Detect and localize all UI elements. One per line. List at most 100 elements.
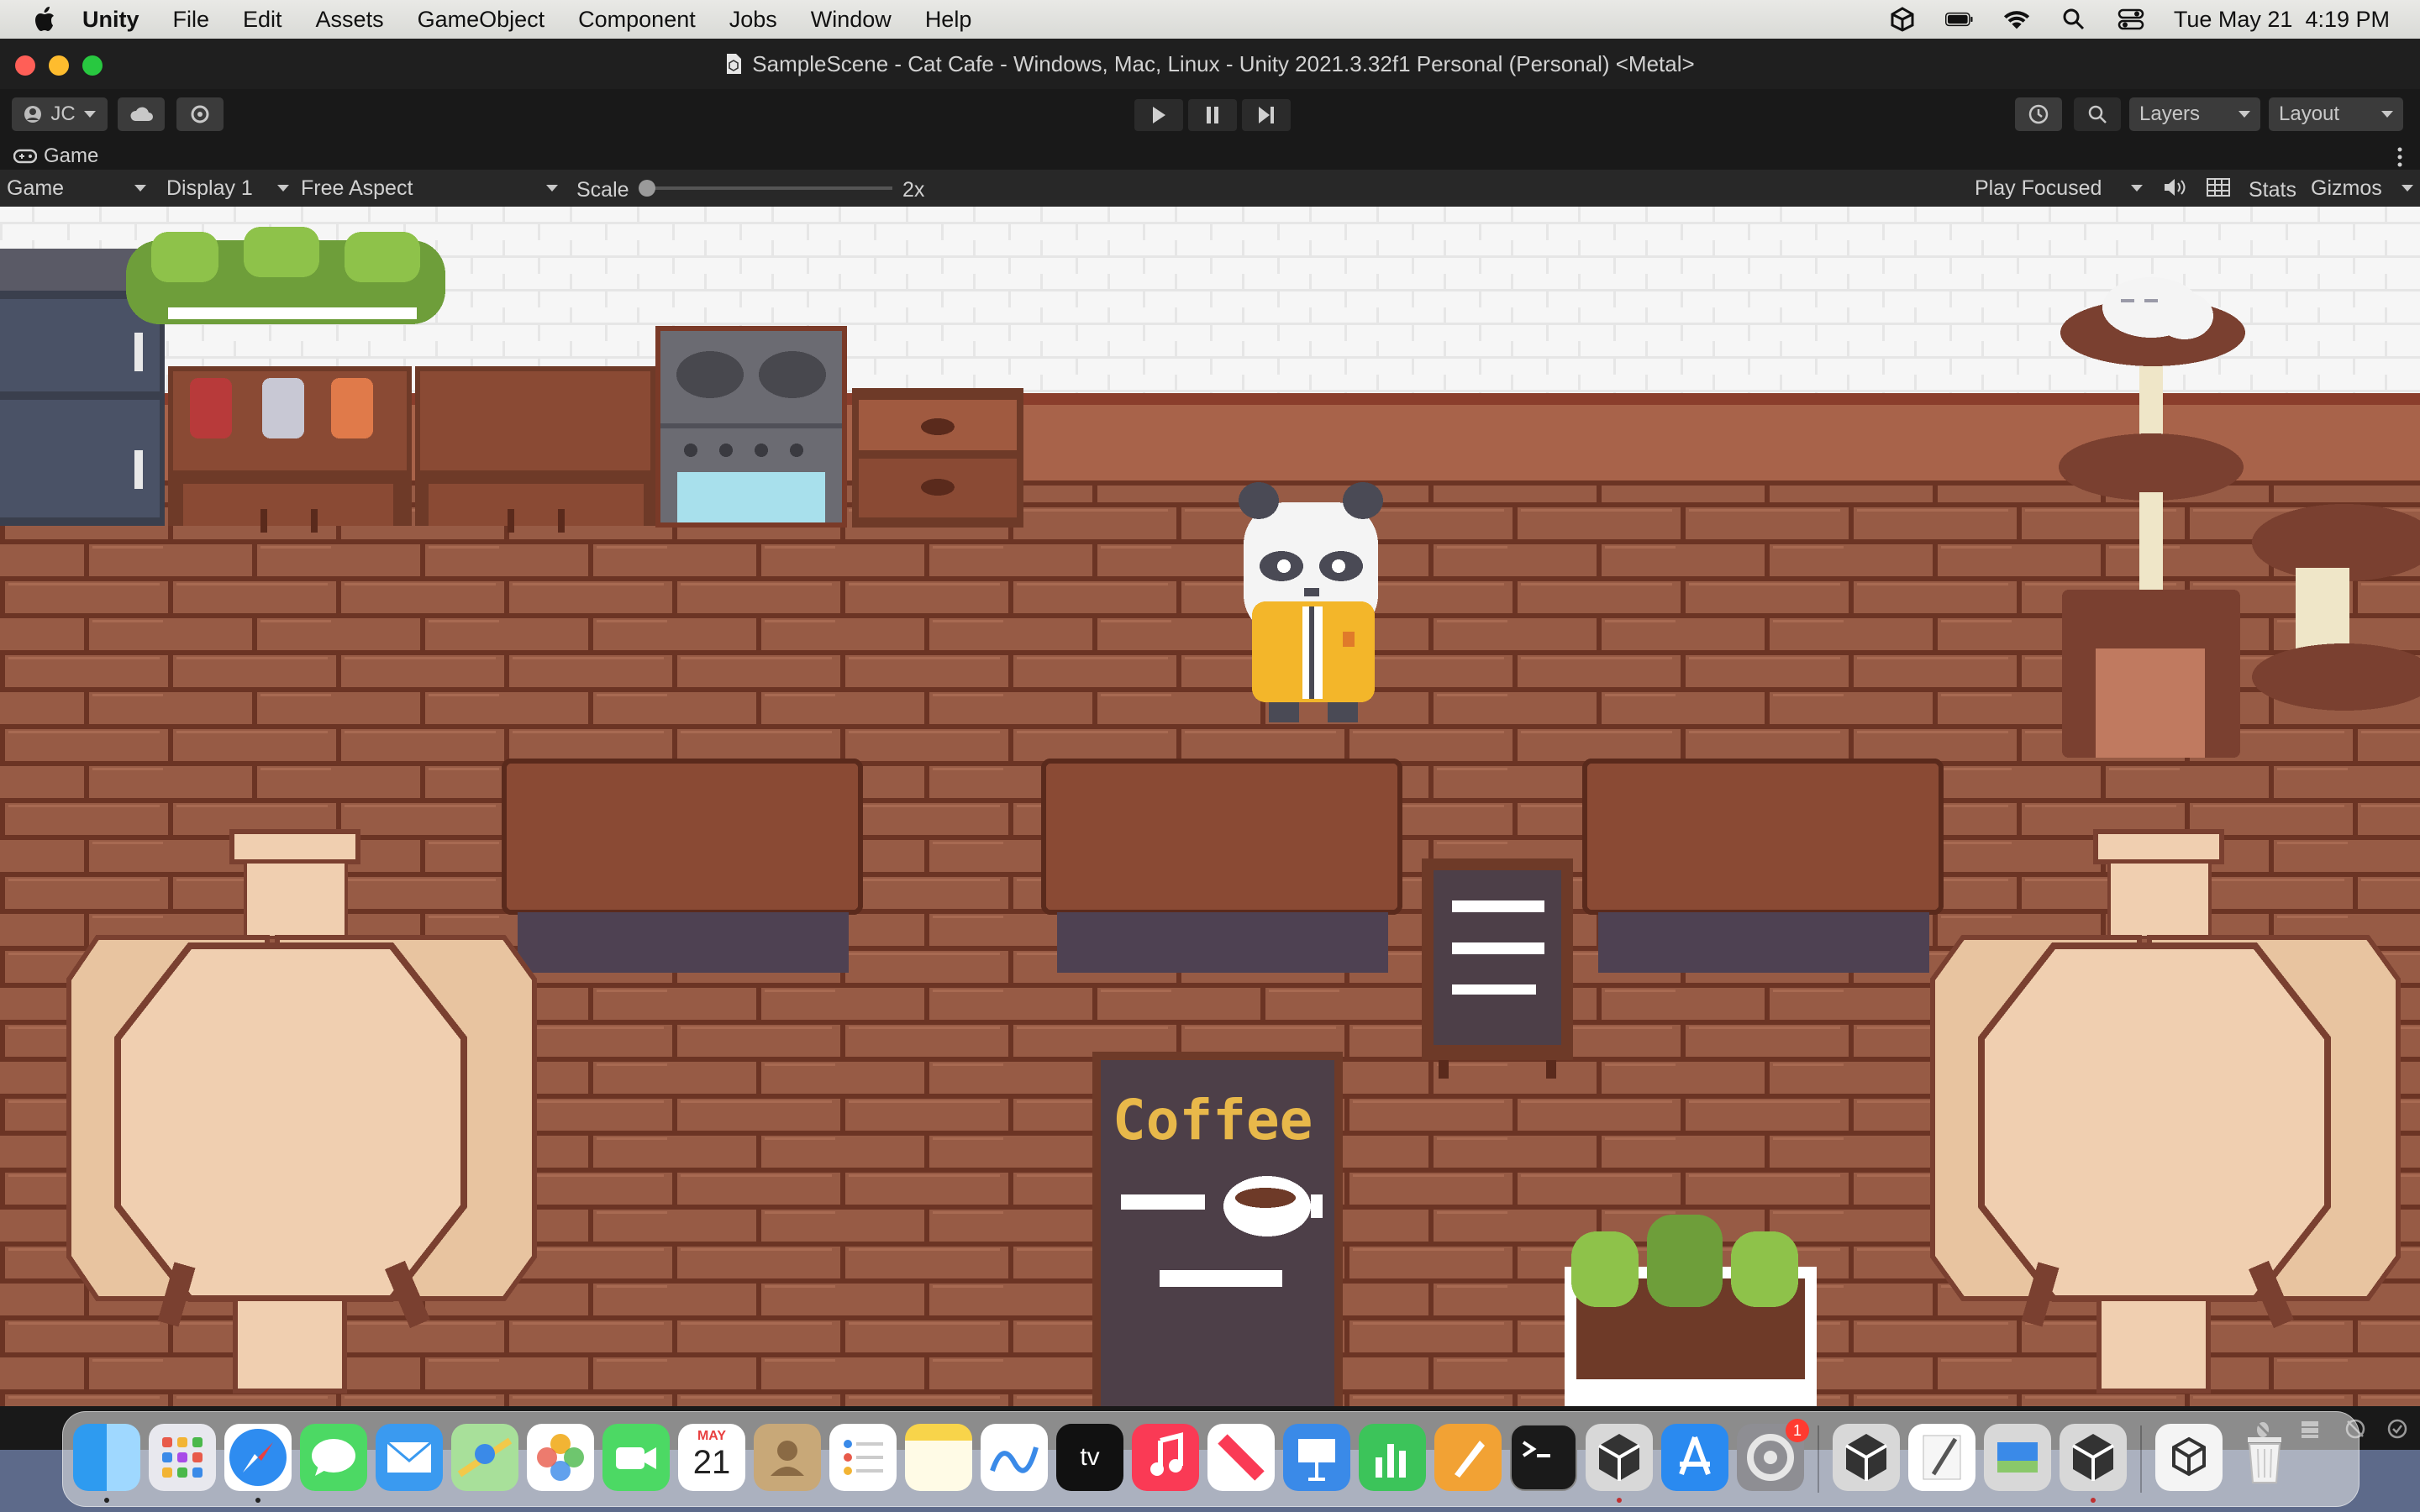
trash-icon[interactable] <box>2231 1424 2298 1491</box>
stove <box>655 326 847 528</box>
pause-button[interactable] <box>1188 99 1237 131</box>
apple-tv-icon[interactable]: tv <box>1056 1424 1123 1491</box>
menu-edit[interactable]: Edit <box>243 7 282 33</box>
numbers-icon[interactable] <box>1359 1424 1426 1491</box>
spotlight-search-icon[interactable] <box>2060 7 2088 32</box>
running-indicator <box>1617 1498 1622 1503</box>
panda-character[interactable] <box>1239 482 1383 722</box>
layout-dropdown[interactable]: Layout <box>2269 97 2403 131</box>
history-button[interactable] <box>2015 97 2062 131</box>
game-tab-label: Game <box>44 144 99 167</box>
aspect-select[interactable]: Free Aspect <box>301 173 558 203</box>
coffee-sign-text: Coffee <box>1113 1088 1313 1152</box>
shortcut-grid-icon[interactable] <box>2207 178 2230 202</box>
reminders-icon[interactable] <box>829 1424 897 1491</box>
stats-button[interactable]: Stats <box>2249 178 2296 202</box>
news-icon[interactable] <box>1207 1424 1275 1491</box>
photos-icon[interactable] <box>527 1424 594 1491</box>
game-tab[interactable]: Game <box>13 144 98 168</box>
zoom-button[interactable] <box>82 55 103 76</box>
more-options-icon[interactable] <box>2396 146 2403 168</box>
menu-component[interactable]: Component <box>578 7 696 33</box>
menu-assets[interactable]: Assets <box>316 7 384 33</box>
chevron-down-icon <box>546 185 558 192</box>
counter-2 <box>1041 759 1402 973</box>
menu-gameobject[interactable]: GameObject <box>418 7 545 33</box>
notes-icon[interactable] <box>905 1424 972 1491</box>
counter-3 <box>1582 759 1944 973</box>
menu-window[interactable]: Window <box>811 7 892 33</box>
unity-project-icon[interactable] <box>2060 1424 2127 1491</box>
battery-icon[interactable] <box>1944 7 1974 32</box>
hanging-plant <box>126 227 445 324</box>
unity-status-icon[interactable] <box>1888 7 1917 32</box>
window-controls <box>15 55 103 76</box>
chevron-down-icon <box>2131 185 2143 192</box>
minimize-button[interactable] <box>49 55 69 76</box>
system-settings-icon[interactable]: 1 <box>1737 1419 1809 1491</box>
messages-icon[interactable] <box>300 1424 367 1491</box>
mail-icon[interactable] <box>376 1424 443 1491</box>
calendar-month: MAY <box>697 1429 727 1443</box>
display-select[interactable]: Display 1 <box>166 173 289 203</box>
dock-divider <box>1818 1425 1819 1493</box>
menu-help[interactable]: Help <box>925 7 972 33</box>
view-select[interactable]: Game <box>7 173 146 203</box>
step-button[interactable] <box>1242 99 1291 131</box>
playback-controls <box>1134 99 1291 131</box>
apple-logo-icon[interactable] <box>29 3 62 36</box>
account-icon <box>24 106 42 123</box>
close-button[interactable] <box>15 55 35 76</box>
game-viewport[interactable]: Coffee <box>0 207 2420 1406</box>
mute-audio-icon[interactable] <box>2163 176 2186 204</box>
menu-chalkboard <box>1422 858 1573 1079</box>
cloud-button[interactable] <box>118 97 165 131</box>
launchpad-icon[interactable] <box>149 1424 216 1491</box>
menu-app-name[interactable]: Unity <box>82 7 139 33</box>
music-icon[interactable] <box>1132 1424 1199 1491</box>
main-toolbar: JC Layers Layout <box>0 89 2420 139</box>
menu-file[interactable]: File <box>173 7 210 33</box>
gizmos-dropdown[interactable]: Gizmos <box>2311 173 2413 203</box>
unity-editor-icon[interactable] <box>1833 1424 1900 1491</box>
pages-icon[interactable] <box>1434 1424 1502 1491</box>
menu-jobs[interactable]: Jobs <box>729 7 777 33</box>
window-titlebar: SampleScene - Cat Cafe - Windows, Mac, L… <box>0 39 2420 89</box>
preview-icon[interactable] <box>1984 1424 2051 1491</box>
account-dropdown[interactable]: JC <box>12 97 108 131</box>
running-indicator <box>104 1498 109 1503</box>
progress-check-icon[interactable] <box>2386 1418 2408 1444</box>
control-center-icon[interactable] <box>2117 7 2145 32</box>
display-select-label: Display 1 <box>166 176 253 200</box>
facetime-icon[interactable] <box>602 1424 670 1491</box>
cloud-icon <box>130 107 153 121</box>
collab-settings-button[interactable] <box>176 97 224 131</box>
textedit-icon[interactable] <box>1908 1424 1975 1491</box>
unity-document-icon[interactable] <box>2155 1424 2223 1491</box>
scale-slider[interactable] <box>639 180 892 197</box>
play-mode-select[interactable]: Play Focused <box>1975 173 2143 203</box>
unity-hub-icon[interactable] <box>1586 1424 1653 1491</box>
maps-icon[interactable] <box>451 1424 518 1491</box>
kitchen-cabinet-middle <box>415 366 655 533</box>
play-button[interactable] <box>1134 99 1183 131</box>
running-indicator <box>255 1498 260 1503</box>
terminal-icon[interactable] <box>1510 1424 1577 1491</box>
contacts-icon[interactable] <box>754 1424 821 1491</box>
chevron-down-icon <box>83 111 96 118</box>
scale-slider-handle[interactable] <box>639 180 655 197</box>
menu-clock[interactable]: Tue May 21 4:19 PM <box>2174 7 2390 33</box>
layers-dropdown[interactable]: Layers <box>2129 97 2260 131</box>
counter-1 <box>502 759 863 973</box>
wifi-icon[interactable] <box>2002 7 2031 32</box>
freeform-icon[interactable] <box>981 1424 1048 1491</box>
layers-label: Layers <box>2139 102 2201 125</box>
kitchen-cabinet-left <box>168 366 412 533</box>
search-button[interactable] <box>2074 97 2121 131</box>
calendar-icon[interactable]: MAY 21 <box>678 1424 745 1491</box>
finder-icon[interactable] <box>73 1424 140 1491</box>
step-icon <box>1259 107 1274 123</box>
keynote-icon[interactable] <box>1283 1424 1350 1491</box>
app-store-icon[interactable] <box>1661 1424 1728 1491</box>
safari-icon[interactable] <box>224 1424 292 1491</box>
